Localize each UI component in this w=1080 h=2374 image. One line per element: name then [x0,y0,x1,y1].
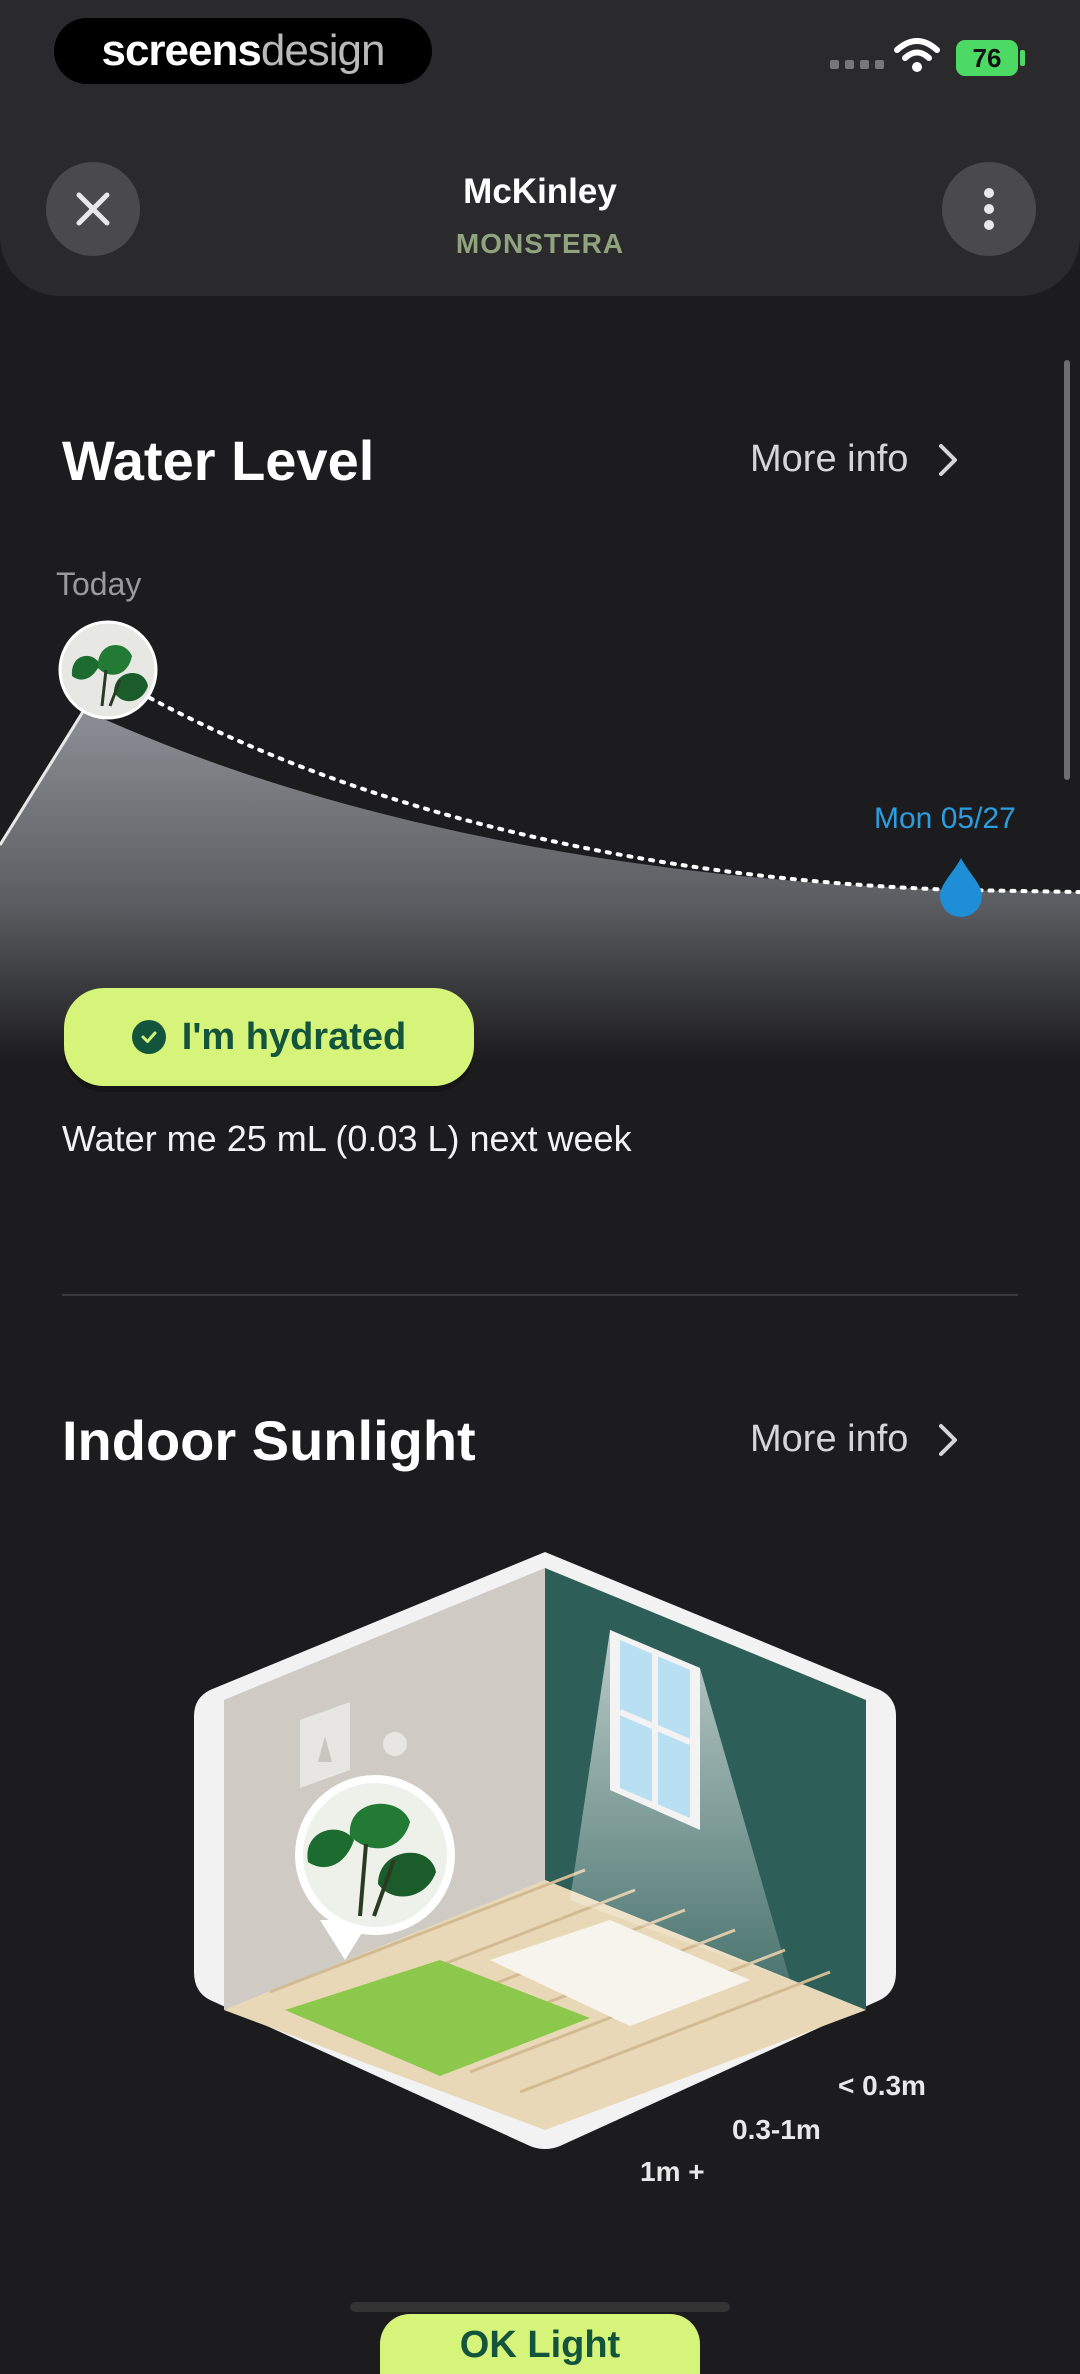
check-circle-icon [131,1020,166,1054]
plant-species: MONSTERA [455,228,625,259]
hydration-status-label: I'm hydrated [181,1015,407,1058]
plant-avatar [58,620,158,720]
water-more-info-link[interactable]: More info [750,438,958,481]
battery-nub [1020,50,1025,66]
sunlight-more-info-link[interactable]: More info [750,1418,958,1461]
water-instruction: Water me 25 mL (0.03 L) next week [62,1118,632,1159]
brand-part2: design [260,26,386,75]
today-label: Today [56,566,142,602]
home-indicator[interactable] [350,2302,730,2312]
wifi-icon [894,38,940,72]
battery-level: 76 [972,42,1002,73]
battery-indicator: 76 [956,40,1018,76]
next-water-date: Mon 05/27 [874,802,1016,835]
brand-part1: screens [101,26,261,75]
light-status-label: OK Light [459,2324,621,2366]
water-level-title: Water Level [62,429,375,492]
section-divider [62,1294,1018,1296]
chevron-right-icon [939,443,958,476]
distance-label-mid: 0.3-1m [732,2114,821,2145]
distance-label-near: < 0.3m [838,2070,926,2101]
distance-label-far: 1m + [640,2156,705,2187]
water-more-info-label: More info [750,438,909,480]
chevron-right-icon [939,1423,958,1456]
water-drop-icon [940,858,982,917]
sunlight-more-info-label: More info [750,1418,909,1460]
indoor-sunlight-title: Indoor Sunlight [62,1409,476,1472]
room-illustration [194,1552,896,2149]
signal-icon [830,60,884,69]
brand-watermark: screens design [54,18,432,84]
light-status-badge: OK Light [380,2314,700,2374]
hydration-status-badge: I'm hydrated [64,988,474,1086]
plant-name: McKinley [463,172,617,211]
